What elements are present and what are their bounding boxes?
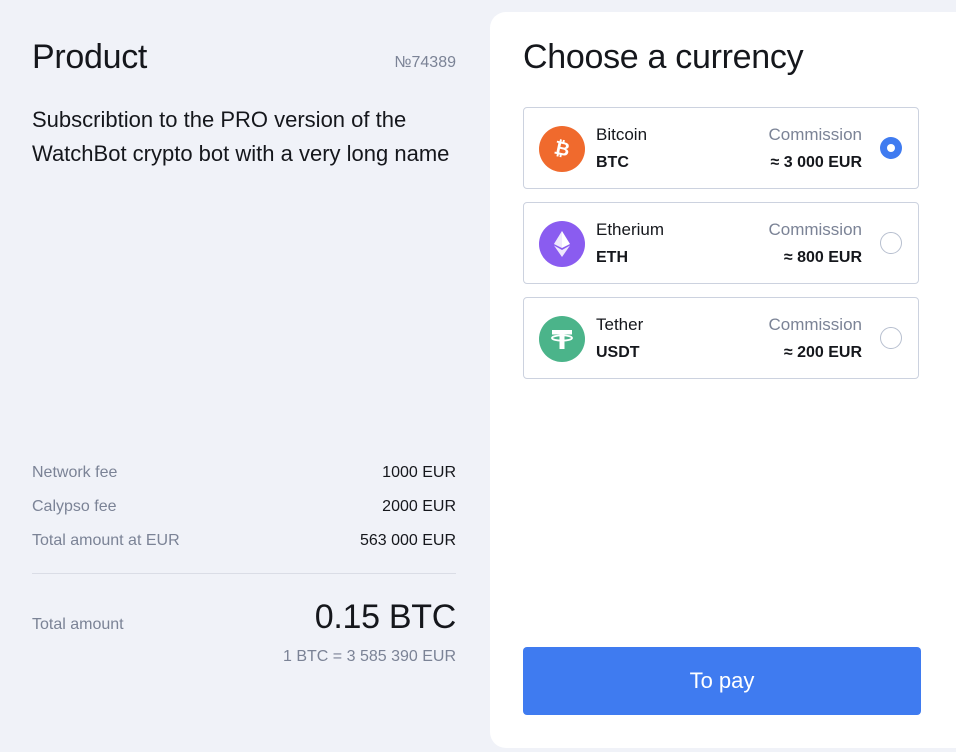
commission-label: Commission — [768, 125, 862, 144]
currency-radio[interactable] — [880, 327, 902, 349]
currency-ticker: ETH — [596, 249, 628, 266]
choose-currency-title: Choose a currency — [523, 38, 804, 76]
order-number: №74389 — [394, 54, 456, 71]
bitcoin-icon: ₿ — [539, 126, 585, 172]
fee-value: 2000 EUR — [382, 498, 456, 515]
calypso-fee-row: Calypso fee 2000 EUR — [32, 497, 456, 517]
fee-value: 1000 EUR — [382, 464, 456, 481]
fee-value: 563 000 EUR — [359, 532, 456, 549]
currency-option-ethereum[interactable]: Etherium ETH Commission ≈ 800 EUR — [523, 202, 919, 284]
currency-name: Tether — [596, 315, 644, 334]
currency-option-tether[interactable]: Tether USDT Commission ≈ 200 EUR — [523, 297, 919, 379]
currency-name: Etherium — [596, 220, 665, 239]
commission-value: ≈ 800 EUR — [783, 249, 862, 266]
product-summary-panel: Product №74389 Subscribtion to the PRO v… — [32, 0, 456, 752]
total-amount-value: 0.15 BTC — [314, 598, 457, 636]
tether-icon — [539, 316, 585, 362]
commission-value: ≈ 3 000 EUR — [770, 154, 863, 171]
currency-radio-selected[interactable] — [880, 137, 902, 159]
currency-radio[interactable] — [880, 232, 902, 254]
currency-name: Bitcoin — [596, 125, 648, 144]
commission-label: Commission — [768, 315, 862, 334]
fee-label: Calypso fee — [32, 498, 117, 515]
currency-ticker: USDT — [596, 344, 640, 361]
commission-value: ≈ 200 EUR — [783, 344, 862, 361]
exchange-rate: 1 BTC = 3 585 390 EUR — [283, 648, 456, 665]
fee-label: Total amount at EUR — [32, 532, 180, 549]
ethereum-icon — [539, 221, 585, 267]
commission-label: Commission — [768, 220, 862, 239]
currency-panel: Choose a currency ₿ Bitcoin BTC Commissi… — [490, 12, 956, 748]
product-title: Product — [32, 38, 148, 76]
divider — [32, 573, 456, 574]
fee-label: Network fee — [32, 464, 118, 481]
total-amount-label: Total amount — [32, 616, 124, 633]
total-eur-row: Total amount at EUR 563 000 EUR — [32, 531, 456, 551]
svg-text:₿: ₿ — [552, 137, 572, 161]
network-fee-row: Network fee 1000 EUR — [32, 463, 456, 483]
currency-ticker: BTC — [596, 154, 629, 171]
pay-button[interactable]: To pay — [523, 647, 921, 715]
currency-option-bitcoin[interactable]: ₿ Bitcoin BTC Commission ≈ 3 000 EUR — [523, 107, 919, 189]
product-description: Subscribtion to the PRO version of the W… — [32, 107, 450, 166]
